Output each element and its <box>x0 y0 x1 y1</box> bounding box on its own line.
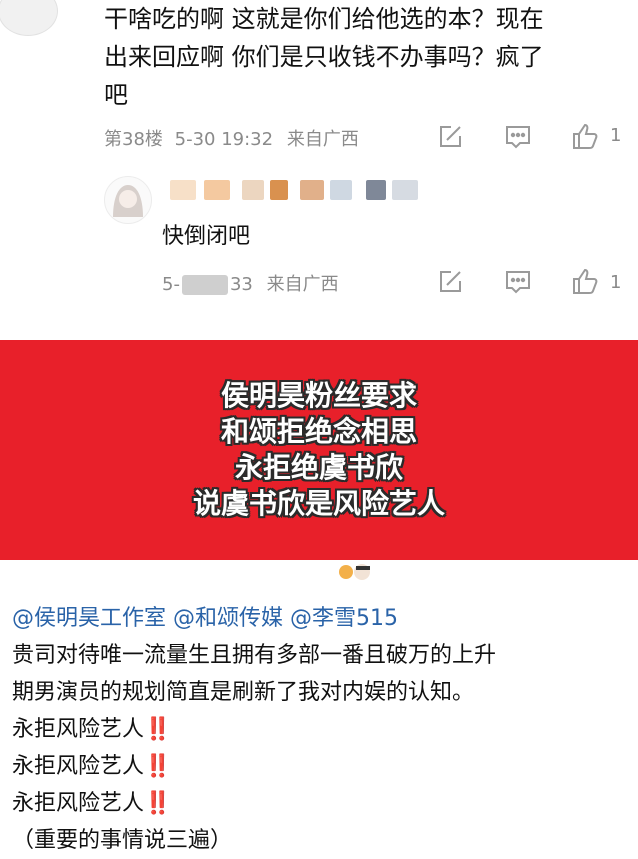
banner-line: 说虞书欣是风险艺人 <box>192 487 445 520</box>
like-count: 1 <box>610 125 622 146</box>
emoji-decoration <box>330 560 390 582</box>
comment-line: 吧 <box>104 81 128 109</box>
reply-text: 快倒闭吧 <box>162 224 251 249</box>
avatar[interactable] <box>0 0 58 36</box>
post-body: @侯明昊工作室 @和颂传媒 @李雪515 贵司对待唯一流量生且拥有多部一番且破万… <box>12 600 632 859</box>
like-count: 1 <box>610 272 622 293</box>
location: 来自广西 <box>286 129 359 150</box>
banner-line: 和颂拒绝念相思 <box>220 415 417 448</box>
double-exclamation-icon: ‼️ <box>144 717 171 742</box>
comment-icon[interactable] <box>504 268 532 296</box>
repeat-line: 永拒风险艺人‼️ <box>12 791 171 816</box>
reply-meta: 5- 33 来自广西 <box>162 270 339 296</box>
reply-location: 来自广西 <box>266 274 339 295</box>
reply-time-suffix: 33 <box>229 274 253 295</box>
comment-icon[interactable] <box>504 123 532 151</box>
mention-link[interactable]: @李雪515 <box>290 606 398 631</box>
banner-line: 永拒绝虞书欣 <box>234 451 403 484</box>
banner-text: 侯明昊粉丝要求 和颂拒绝念相思 永拒绝虞书欣 说虞书欣是风险艺人 <box>0 378 638 522</box>
double-exclamation-icon: ‼️ <box>144 754 171 779</box>
mentions-line: @侯明昊工作室 @和颂传媒 @李雪515 <box>12 600 632 637</box>
repeat-line: 永拒风险艺人‼️ <box>12 717 171 742</box>
reply-avatar[interactable] <box>104 176 152 224</box>
comment-meta: 第38楼 5-30 19:32 来自广西 <box>104 125 359 151</box>
comment-line: 出来回应啊 你们是只收钱不办事吗？疯了 <box>104 43 544 71</box>
mention-link[interactable]: @侯明昊工作室 <box>12 606 166 631</box>
thumbs-up-icon[interactable] <box>570 121 598 149</box>
closing-line: （重要的事情说三遍） <box>12 828 233 853</box>
reply-time-prefix: 5- <box>162 274 180 295</box>
thumbs-up-icon[interactable] <box>570 266 598 294</box>
mention-link[interactable]: @和颂传媒 <box>173 606 283 631</box>
double-exclamation-icon: ‼️ <box>144 791 171 816</box>
repeat-line: 永拒风险艺人‼️ <box>12 754 171 779</box>
post-line: 贵司对待唯一流量生且拥有多部一番且破万的上升 <box>12 643 497 668</box>
timestamp: 5-30 19:32 <box>174 129 274 150</box>
comment-line: 干啥吃的啊 这就是你们给他选的本？现在 <box>104 5 544 33</box>
banner-line: 侯明昊粉丝要求 <box>220 379 417 412</box>
post-line: 期男演员的规划简直是刷新了我对内娱的认知。 <box>12 680 475 705</box>
time-mask <box>181 275 228 295</box>
comment-text: 干啥吃的啊 这就是你们给他选的本？现在 出来回应啊 你们是只收钱不办事吗？疯了 … <box>104 0 604 114</box>
edit-icon[interactable] <box>436 268 464 296</box>
edit-icon[interactable] <box>436 123 464 151</box>
floor-number: 第38楼 <box>104 129 163 150</box>
